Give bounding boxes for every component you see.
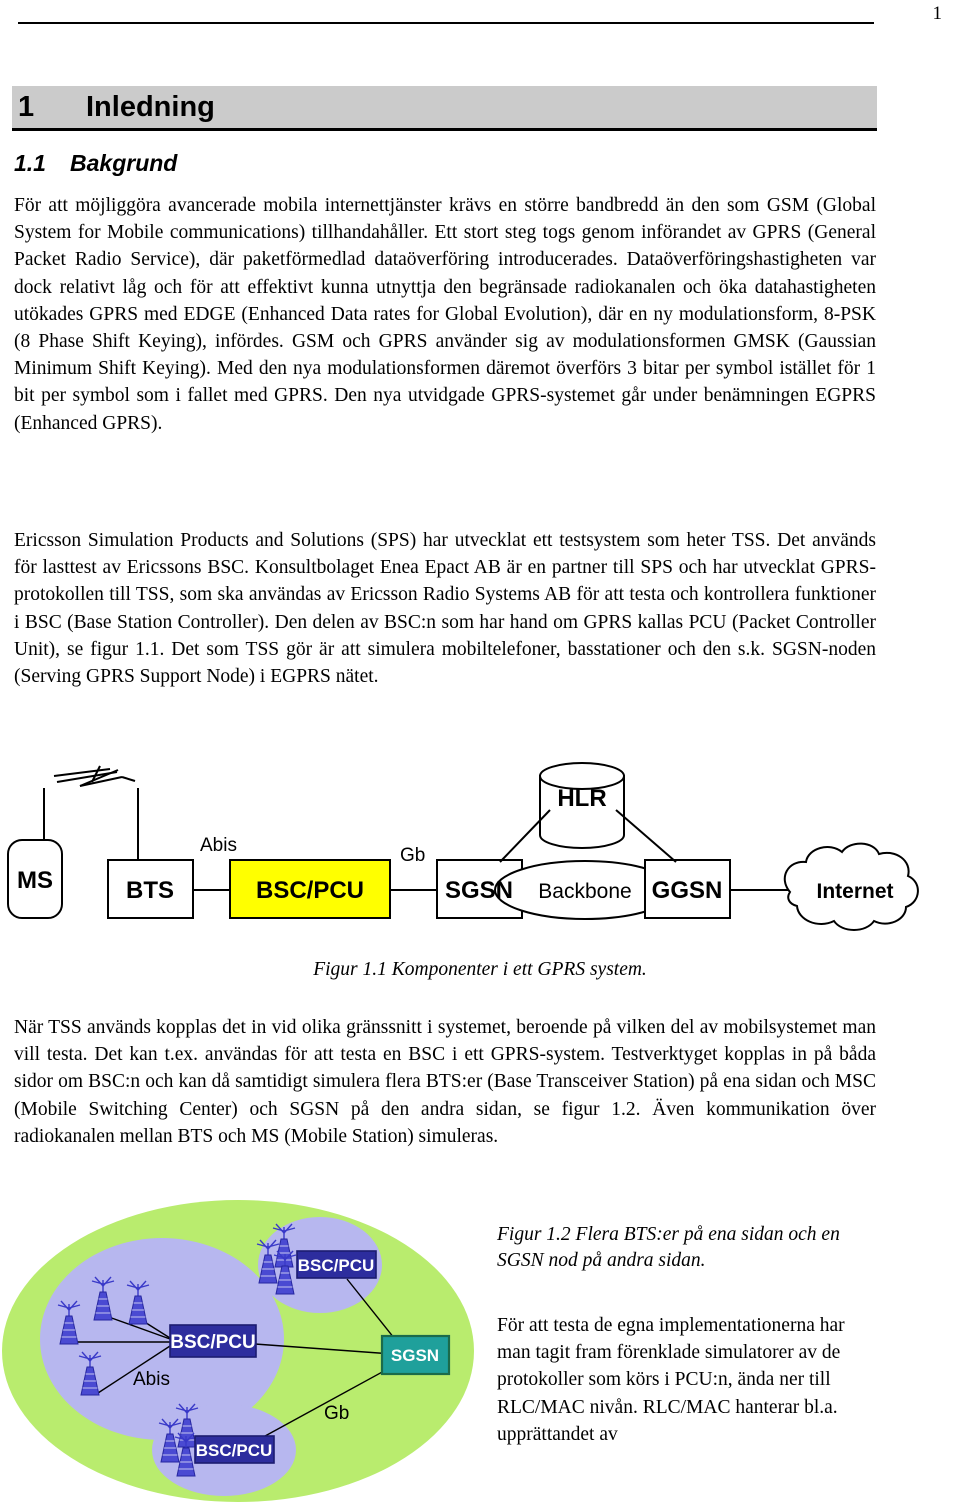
label-gb: Gb	[324, 1403, 349, 1424]
page-header: 1	[0, 0, 960, 60]
figure-1-1-caption: Figur 1.1 Komponenter i ett GPRS system.	[313, 959, 647, 980]
label-abis: Abis	[133, 1369, 170, 1390]
node-internet-label: Internet	[816, 880, 893, 903]
node-bsc-pcu-1-label: BSC/PCU	[170, 1332, 256, 1353]
radio-link-icon	[53, 765, 136, 787]
heading-2-title: Bakgrund	[70, 150, 178, 176]
paragraph-simulators: För att testa de egna implementationerna…	[497, 1315, 845, 1445]
figure-1-2-multiple-bts: BSC/PCU BSC/PCU BSC/PCU SGSN Abis Gb	[2, 1196, 482, 1512]
node-ms-label: MS	[17, 867, 53, 894]
node-sgsn-label: SGSN	[445, 877, 513, 904]
figure-1-1-gprs-components: MS BTS BSC/PCU SGSN Backbone GGSN HLR In…	[0, 748, 960, 953]
node-ggsn-label: GGSN	[652, 877, 723, 904]
header-rule	[18, 22, 874, 24]
heading-1-title: Inledning	[86, 90, 215, 123]
figure-1-2-caption: Figur 1.2 Flera BTS:er på ena sidan och …	[497, 1224, 840, 1271]
label-gb: Gb	[400, 845, 425, 866]
paragraph-background: För att möjliggöra avancerade mobila int…	[14, 195, 876, 434]
heading-2-number: 1.1	[14, 150, 46, 176]
paragraph-ericsson-sps: Ericsson Simulation Products and Solutio…	[14, 530, 876, 688]
heading-1-number: 1	[18, 90, 35, 123]
node-sgsn-label: SGSN	[391, 1346, 439, 1365]
heading-2-bakgrund: 1.1 Bakgrund	[14, 150, 714, 176]
page-number: 1	[932, 3, 943, 24]
node-bsc-pcu-label: BSC/PCU	[256, 877, 364, 904]
node-backbone-label: Backbone	[538, 880, 631, 903]
node-bsc-pcu-2-label: BSC/PCU	[298, 1256, 375, 1275]
label-abis: Abis	[200, 835, 237, 856]
heading-1-inledning: 1 Inledning	[12, 86, 877, 131]
paragraph-tss-usage: När TSS används kopplas det in vid olika…	[14, 1017, 876, 1147]
node-bsc-pcu-3-label: BSC/PCU	[196, 1441, 273, 1460]
node-bts-label: BTS	[126, 877, 174, 904]
link-hlr-ggsn	[615, 809, 677, 863]
node-hlr-label: HLR	[557, 785, 606, 812]
